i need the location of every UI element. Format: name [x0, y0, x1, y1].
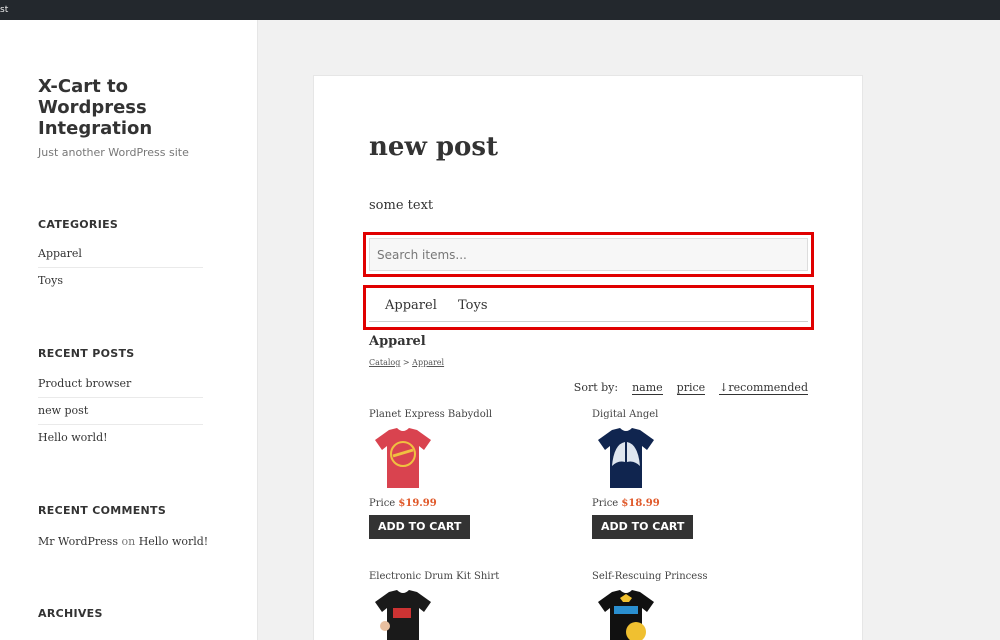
comment-post-link[interactable]: Hello world! [139, 535, 209, 548]
recent-post-link[interactable]: Hello world! [38, 425, 203, 452]
product-card: Self-Rescuing Princess [592, 571, 792, 640]
recent-post-link[interactable]: Product browser [38, 371, 203, 398]
recent-post-link[interactable]: new post [38, 398, 203, 425]
category-link-toys[interactable]: Toys [38, 268, 203, 295]
tshirt-image [598, 428, 654, 488]
sort-bar: Sort by: name price ↓recommended [574, 381, 808, 395]
recent-comment: Mr WordPress on Hello world! [38, 535, 208, 548]
category-heading: Apparel [369, 334, 426, 349]
product-name[interactable]: Digital Angel [592, 409, 792, 420]
sort-label: Sort by: [573, 381, 619, 394]
breadcrumb-catalog-link[interactable]: Catalog [369, 358, 400, 367]
sort-by-name-link[interactable]: name [632, 381, 663, 395]
recent-posts-heading: RECENT POSTS [38, 347, 135, 360]
product-image[interactable] [369, 426, 437, 490]
product-name[interactable]: Electronic Drum Kit Shirt [369, 571, 569, 582]
admin-bar: st [0, 0, 1000, 20]
price-label: Price [369, 498, 399, 509]
search-highlight-box [363, 232, 814, 277]
archives-heading: ARCHIVES [38, 607, 103, 620]
categories-heading: CATEGORIES [38, 218, 119, 231]
site-title[interactable]: X-Cart to Wordpress Integration [38, 76, 238, 139]
tab-apparel[interactable]: Apparel [385, 298, 437, 313]
comment-author-link[interactable]: Mr WordPress [38, 535, 118, 548]
product-image[interactable] [592, 588, 660, 640]
product-card: Electronic Drum Kit Shirt [369, 571, 569, 640]
product-price: $18.99 [621, 498, 660, 509]
price-label: Price [592, 498, 622, 509]
breadcrumb-apparel-link[interactable]: Apparel [412, 358, 444, 367]
add-to-cart-button[interactable]: ADD TO CART [369, 515, 471, 539]
category-tabs-highlight-box: Apparel Toys [363, 285, 814, 330]
comment-on-text: on [121, 535, 136, 548]
breadcrumb-separator: > [400, 358, 413, 367]
product-image[interactable] [592, 426, 660, 490]
admin-bar-text: st [0, 5, 9, 15]
categories-list: Apparel Toys [38, 241, 203, 295]
sidebar: X-Cart to Wordpress Integration Just ano… [0, 20, 258, 640]
product-card: Digital Angel Price $18.99 ADD TO CART [592, 409, 792, 539]
search-input[interactable] [369, 238, 808, 271]
product-card: Planet Express Babydoll Price $19.99 ADD… [369, 409, 569, 539]
product-image[interactable] [369, 588, 437, 640]
post-text: some text [369, 198, 434, 213]
product-price: $19.99 [398, 498, 437, 509]
site-description: Just another WordPress site [38, 146, 189, 159]
recent-comments-heading: RECENT COMMENTS [38, 504, 167, 517]
post-content: new post some text Apparel Toys Apparel … [313, 75, 863, 640]
tshirt-image [375, 428, 431, 488]
add-to-cart-button[interactable]: ADD TO CART [592, 515, 694, 539]
recent-posts-list: Product browser new post Hello world! [38, 371, 203, 452]
sort-by-recommended-link[interactable]: ↓recommended [719, 381, 808, 395]
product-name[interactable]: Self-Rescuing Princess [592, 571, 792, 582]
sort-by-price-link[interactable]: price [676, 381, 706, 395]
tshirt-image [598, 590, 654, 640]
tab-toys[interactable]: Toys [458, 298, 488, 313]
post-title[interactable]: new post [369, 132, 498, 162]
product-name[interactable]: Planet Express Babydoll [369, 409, 569, 420]
product-price-line: Price $18.99 [592, 498, 792, 509]
category-link-apparel[interactable]: Apparel [38, 241, 203, 268]
product-price-line: Price $19.99 [369, 498, 569, 509]
breadcrumb: Catalog > Apparel [369, 358, 444, 367]
category-tabs: Apparel Toys [369, 288, 808, 322]
tshirt-image [375, 590, 431, 640]
